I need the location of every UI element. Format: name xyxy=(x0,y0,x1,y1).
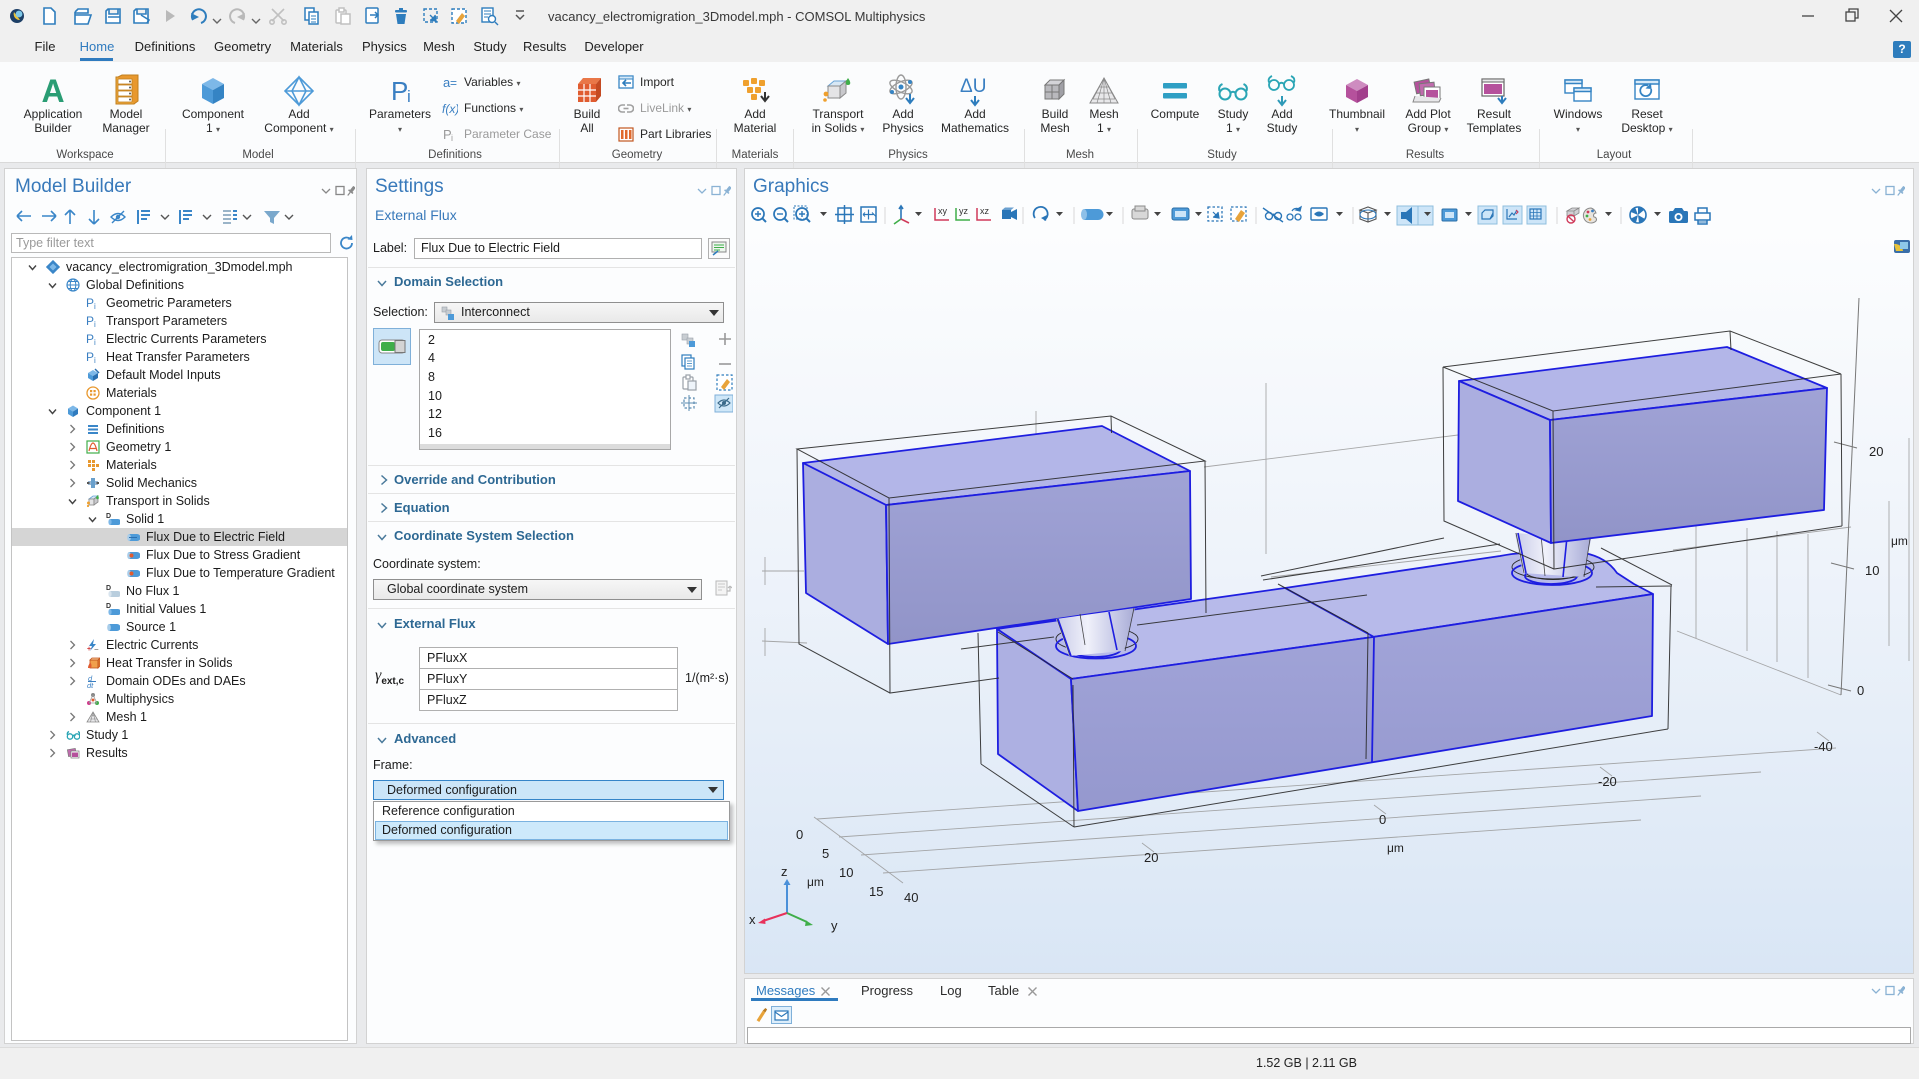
svg-text:i: i xyxy=(451,133,453,142)
svg-text:i: i xyxy=(94,320,96,328)
svg-text:0: 0 xyxy=(1379,812,1386,827)
svg-text:μm: μm xyxy=(807,875,824,889)
svg-text:z: z xyxy=(781,864,788,879)
svg-text:-20: -20 xyxy=(1598,774,1617,789)
svg-text:xz: xz xyxy=(980,206,990,216)
svg-text:D: D xyxy=(106,513,111,520)
svg-text:μm: μm xyxy=(1387,841,1404,855)
svg-text:yz: yz xyxy=(959,206,969,216)
svg-text:x: x xyxy=(749,912,756,927)
svg-text:D: D xyxy=(106,585,111,592)
svg-text:xy: xy xyxy=(938,206,948,216)
svg-text:+: + xyxy=(87,646,91,652)
svg-text:A: A xyxy=(41,74,64,108)
svg-text:i: i xyxy=(94,302,96,310)
svg-text:0: 0 xyxy=(1857,683,1864,698)
svg-text:0: 0 xyxy=(796,827,803,842)
svg-text:10: 10 xyxy=(1865,563,1879,578)
svg-text:P: P xyxy=(86,314,94,328)
svg-text:−: − xyxy=(94,645,99,652)
svg-text:i: i xyxy=(94,356,96,364)
svg-text:15: 15 xyxy=(869,884,883,899)
svg-text:20: 20 xyxy=(1144,850,1158,865)
svg-text:P: P xyxy=(86,350,94,364)
svg-text:ΔU: ΔU xyxy=(960,76,986,97)
svg-text:40: 40 xyxy=(904,890,918,905)
svg-text:10: 10 xyxy=(839,865,853,880)
svg-text:P: P xyxy=(86,296,94,310)
svg-text:-40: -40 xyxy=(1814,739,1833,754)
svg-text:μm: μm xyxy=(1891,534,1908,548)
svg-text:P: P xyxy=(391,76,408,106)
svg-text:i: i xyxy=(407,87,411,106)
svg-text:=: = xyxy=(450,76,457,90)
svg-text:P: P xyxy=(86,332,94,346)
svg-text:20: 20 xyxy=(1869,444,1883,459)
svg-text:y: y xyxy=(831,918,838,933)
svg-text:D: D xyxy=(106,603,111,610)
svg-text:5: 5 xyxy=(822,846,829,861)
svg-text:i: i xyxy=(94,338,96,346)
svg-text:f(x): f(x) xyxy=(442,102,458,116)
svg-text:dt: dt xyxy=(87,681,94,688)
